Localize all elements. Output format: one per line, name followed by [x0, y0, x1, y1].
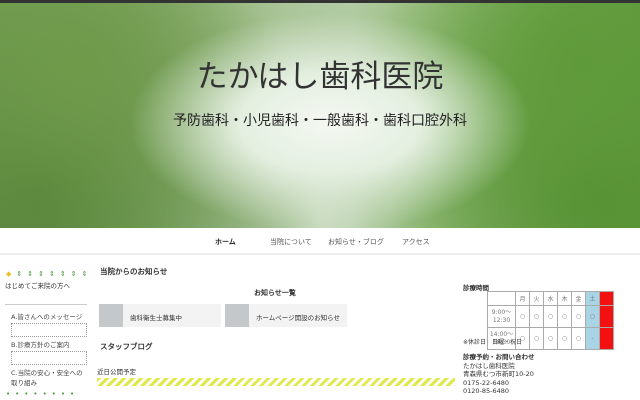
table-cell	[487, 291, 516, 306]
table-cell: ○	[571, 305, 586, 328]
table-cell: ○	[543, 305, 558, 328]
placeholder-box	[11, 323, 87, 337]
table-cell: ○	[529, 305, 544, 328]
table-cell: -	[599, 327, 614, 350]
table-cell: -	[585, 327, 600, 350]
hours-heading: 診療時間	[463, 284, 489, 292]
thumbnail	[225, 304, 249, 327]
table-cell: -	[599, 305, 614, 328]
nav-about[interactable]: 当院について	[270, 237, 312, 247]
news-card-title: 歯科衛生士募集中	[130, 314, 182, 322]
sidebar: ◆ ⇕ ⇕ ⇕ ⇕ ⇕ ⇕ ⇕ はじめてご来院の方へ A.皆さんへのメッセージ B.診療方針の…	[5, 270, 88, 398]
site-title[interactable]: たかはし歯科医院	[0, 51, 640, 96]
nav-access[interactable]: アクセス	[402, 237, 430, 247]
table-row: 月火水木金土日	[487, 291, 614, 306]
table-cell: 日	[599, 291, 614, 306]
blog-text: 近日公開予定	[97, 368, 136, 376]
contact-tel-free[interactable]: 0120-85-6480	[463, 387, 535, 396]
contact-address: 青森県むつ市新町10-20	[463, 370, 534, 378]
wave-divider	[97, 378, 455, 386]
table-cell: 9:00～12:30	[487, 305, 516, 328]
table-cell: 月	[515, 291, 530, 306]
beginner-mark-icon: ◆ ⇕ ⇕ ⇕ ⇕ ⇕ ⇕ ⇕	[6, 270, 88, 278]
table-cell: ○	[571, 327, 586, 350]
divider	[5, 304, 87, 305]
placeholder-box	[11, 351, 87, 365]
sidebar-item-policy[interactable]: B.診療方針のご案内	[11, 339, 87, 349]
news-card-title: ホームページ開設のお知らせ	[256, 314, 341, 322]
news-card[interactable]: 歯科衛生士募集中	[99, 304, 221, 327]
table-cell: ○	[529, 327, 544, 350]
contact-heading: 診療予約・お問い合わせ	[463, 353, 535, 361]
table-cell: 土	[585, 291, 600, 306]
sidebar-item-message[interactable]: A.皆さんへのメッセージ	[11, 311, 87, 321]
table-cell: ○	[557, 327, 572, 350]
news-list-link[interactable]: お知らせ一覧	[254, 288, 296, 298]
thumbnail	[99, 304, 123, 327]
site-subtitle: 予防歯科・小児歯科・一般歯科・歯科口腔外科	[173, 113, 467, 129]
table-cell: ○	[585, 305, 600, 328]
nav-news-blog[interactable]: お知らせ・ブログ	[328, 237, 384, 247]
blog-heading: スタッフブログ	[100, 342, 153, 351]
main-nav: ホーム 当院について お知らせ・ブログ アクセス	[0, 228, 640, 255]
header-banner: たかはし歯科医院 予防歯科・小児歯科・一般歯科・歯科口腔外科	[0, 3, 640, 228]
nav-home[interactable]: ホーム	[215, 237, 236, 247]
table-row: 9:00～12:30 ○ ○ ○ ○ ○ ○ -	[487, 305, 614, 328]
table-cell: 水	[543, 291, 558, 306]
table-cell: 金	[571, 291, 586, 306]
contact-tel[interactable]: 0175-22-6480	[463, 379, 535, 388]
news-heading: 当院からのお知らせ	[100, 267, 168, 276]
contact-name: たかはし歯科医院	[463, 361, 515, 370]
news-card[interactable]: ホームページ開設のお知らせ	[225, 304, 347, 327]
table-cell: 火	[529, 291, 544, 306]
table-cell: ○	[557, 305, 572, 328]
beginner-link[interactable]: はじめてご来院の方へ	[5, 280, 87, 290]
contact-block: 診療予約・お問い合わせ たかはし歯科医院 青森県むつ市新町10-20 0175-…	[463, 353, 535, 396]
sidebar-item-safety[interactable]: C.当院の安心・安全への取り組み	[11, 367, 87, 387]
table-cell: ○	[515, 305, 530, 328]
table-cell: 木	[557, 291, 572, 306]
dots-decoration: • • • • • • • •	[6, 390, 75, 398]
table-cell: ○	[543, 327, 558, 350]
closed-days: ※休診日 日曜・祝日	[463, 339, 523, 346]
